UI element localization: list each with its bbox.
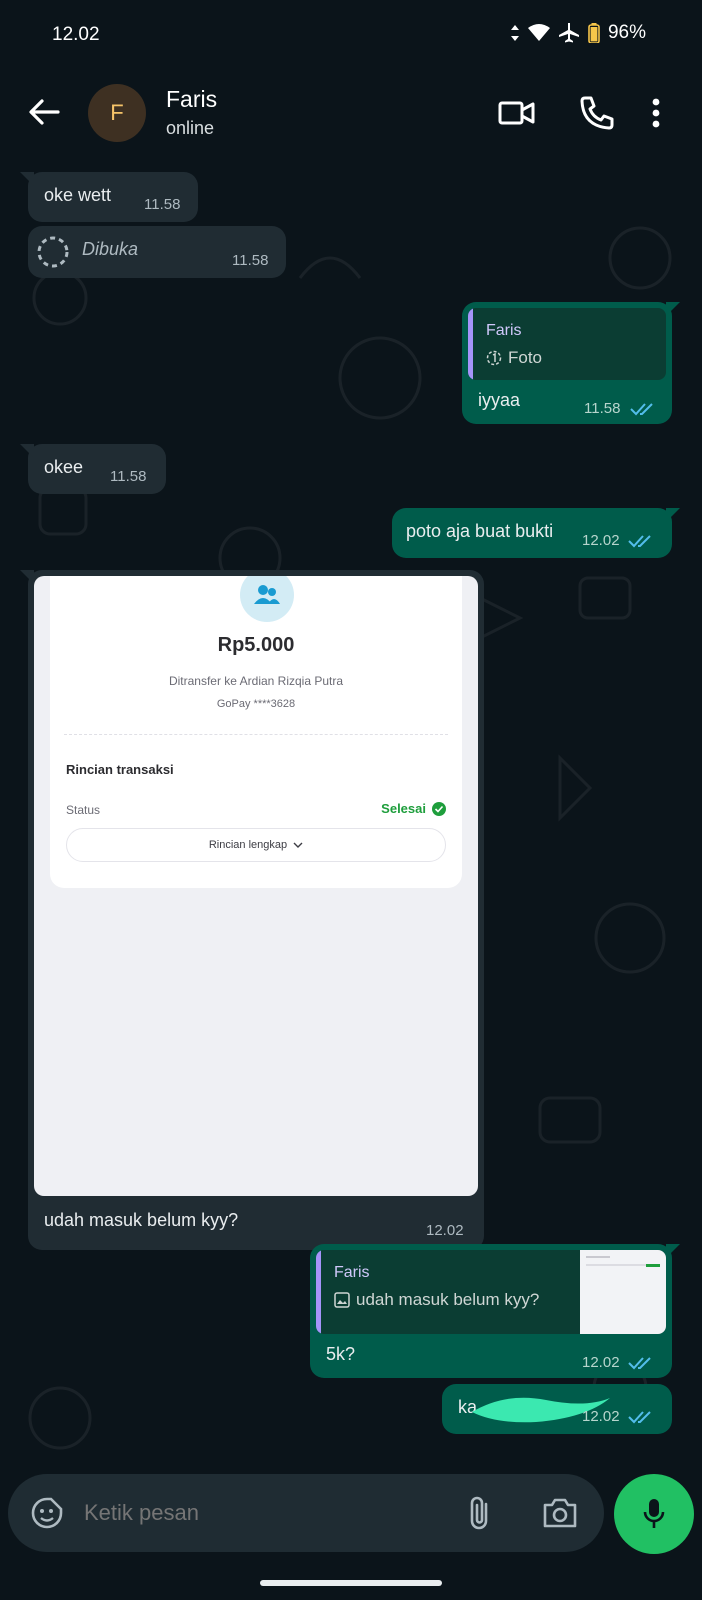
message-composer[interactable]: [8, 1474, 604, 1552]
image-caption: udah masuk belum kyy?: [44, 1210, 239, 1230]
sticker-icon[interactable]: [30, 1496, 64, 1530]
message-text: 5k?: [326, 1344, 356, 1364]
contact-status: online: [166, 118, 215, 138]
phone-icon[interactable]: [578, 94, 616, 132]
quoted-message[interactable]: Faris udah masuk belum kyy?: [316, 1250, 666, 1334]
contact-name[interactable]: Faris: [166, 86, 217, 113]
quoted-sender: Faris: [486, 322, 522, 339]
details-label: Rincian lengkap: [208, 839, 288, 851]
message-text: iyyaa: [478, 390, 521, 410]
image-attachment[interactable]: Rp5.000 Ditransfer ke Ardian Rizqia Putr…: [34, 576, 478, 1196]
airplane-icon: [558, 23, 579, 43]
message-text: okee: [44, 457, 84, 477]
users-icon: [240, 576, 294, 622]
view-once-icon: [486, 350, 502, 366]
quoted-message[interactable]: Faris Foto: [468, 308, 666, 380]
home-indicator[interactable]: [260, 1580, 442, 1586]
double-check-icon: [628, 535, 651, 548]
message-incoming[interactable]: okee 11.58: [20, 444, 166, 494]
receipt-recipient: Ditransfer ke Ardian Rizqia Putra: [168, 674, 344, 688]
quoted-text: udah masuk belum kyy?: [356, 1290, 540, 1309]
double-check-icon: [628, 1357, 651, 1370]
message-input[interactable]: [84, 1492, 444, 1534]
message-time: 11.58: [584, 400, 621, 417]
receipt-status-value: Selesai: [381, 801, 446, 816]
message-time: 11.58: [110, 468, 147, 485]
double-check-icon: [628, 1411, 651, 1424]
more-vert-icon[interactable]: [646, 94, 666, 132]
message-time: 11.58: [144, 196, 181, 213]
battery-percent: 96%: [607, 22, 646, 43]
receipt-status-label: Status: [66, 803, 101, 817]
image-icon: [334, 1292, 350, 1308]
battery-icon: [588, 23, 600, 43]
message-list[interactable]: oke wett 11.58 Dibuka 11.58 Faris Foto i…: [0, 158, 702, 1472]
quoted-text: Foto: [508, 348, 543, 367]
quoted-text-row: Foto: [486, 348, 542, 368]
status-text: Selesai: [381, 801, 426, 816]
receipt-card: Rp5.000 Ditransfer ke Ardian Rizqia Putr…: [50, 576, 462, 888]
avatar[interactable]: F: [88, 84, 146, 142]
message-outgoing-reply[interactable]: Faris Foto iyyaa 11.58: [462, 302, 680, 424]
receipt-section-title: Rincian transaksi: [66, 762, 174, 777]
status-bar: 12.02 96%: [0, 0, 702, 70]
divider: [64, 734, 448, 735]
receipt-amount: Rp5.000: [217, 634, 295, 656]
status-time: 12.02: [52, 24, 100, 45]
message-text: oke wett: [44, 185, 112, 205]
message-text: poto aja buat bukti: [406, 521, 554, 541]
message-outgoing-reply[interactable]: Faris udah masuk belum kyy? 5k? 12.02: [310, 1244, 680, 1378]
quoted-text-row: udah masuk belum kyy?: [334, 1290, 539, 1310]
quoted-thumbnail: [580, 1250, 666, 1334]
quoted-sender: Faris: [334, 1264, 370, 1281]
attach-icon[interactable]: [466, 1494, 492, 1532]
data-arrows-icon: [510, 25, 519, 41]
double-check-icon: [630, 403, 653, 416]
video-call-icon[interactable]: [498, 94, 536, 132]
receipt-account: GoPay ****3628: [216, 698, 296, 710]
receipt-details-button: Rincian lengkap: [66, 828, 446, 862]
message-text: Dibuka: [82, 239, 139, 259]
check-circle-icon: [432, 801, 446, 816]
back-arrow-icon[interactable]: [24, 92, 64, 132]
message-time: 12.02: [426, 1222, 464, 1239]
message-outgoing[interactable]: poto aja buat bukti 12.02: [392, 508, 680, 558]
view-once-icon: [37, 236, 69, 268]
chat-header: F Faris online: [0, 70, 702, 158]
message-time: 12.02: [582, 1354, 620, 1371]
status-icons: 96%: [510, 22, 646, 44]
message-time: 12.02: [582, 1408, 620, 1425]
message-time: 12.02: [582, 532, 620, 549]
chevron-down-icon: [293, 842, 303, 848]
message-time: 11.58: [232, 252, 269, 269]
message-incoming-image[interactable]: Rp5.000 Ditransfer ke Ardian Rizqia Putr…: [20, 570, 484, 1250]
message-outgoing[interactable]: ka 12.02: [442, 1384, 672, 1434]
mic-button[interactable]: [614, 1474, 694, 1554]
message-view-once-opened[interactable]: Dibuka 11.58: [28, 226, 286, 278]
wifi-icon: [527, 24, 550, 41]
camera-icon[interactable]: [542, 1497, 578, 1529]
message-incoming[interactable]: oke wett 11.58: [20, 172, 198, 222]
mic-icon: [643, 1499, 665, 1528]
